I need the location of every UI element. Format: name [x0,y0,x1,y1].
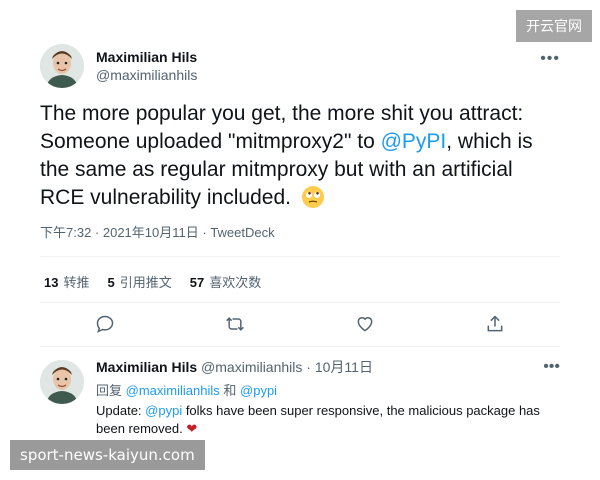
likes-stat[interactable]: 57 喜欢次数 [190,272,261,291]
reply-author-name[interactable]: Maximilian Hils [96,359,197,375]
reply-tweet[interactable]: ••• Maximilian Hils @maximilianhils · 10… [40,358,560,438]
tweet-meta: 下午7:32 · 2021年10月11日 · TweetDeck [40,222,275,241]
tweet-stats: 13 转推 5 引用推文 57 喜欢次数 [44,272,261,291]
likes-label: 喜欢次数 [209,275,262,290]
reply-author-avatar[interactable] [40,360,84,404]
author-name[interactable]: Maximilian Hils [96,48,197,66]
divider [40,302,560,303]
more-options-icon[interactable]: ••• [540,50,560,68]
tweet-text: The more popular you get, the more shit … [40,100,560,212]
reply-icon[interactable] [93,312,117,336]
retweet-icon[interactable] [223,312,247,336]
tweet-actions [40,312,560,336]
quotes-label: 引用推文 [119,275,172,290]
pypi-mention-link[interactable]: @PyPI [381,130,447,153]
watermark-top: 开云官网 [516,10,592,42]
author-handle[interactable]: @maximilianhils [96,66,197,84]
reply-and: 和 [223,383,237,398]
tweet-author[interactable]: Maximilian Hils @maximilianhils [40,44,197,88]
reply-text: Update: @pypi folks have been super resp… [96,402,560,438]
tweet-source[interactable]: TweetDeck [210,225,274,240]
retweets-label: 转推 [63,275,90,290]
reply-mention-maximilianhils[interactable]: @maximilianhils [126,383,220,398]
author-avatar[interactable] [40,44,84,88]
tweet-card: Maximilian Hils @maximilianhils ••• The … [22,0,570,480]
watermark-bottom: sport-news-kaiyun.com [10,440,205,470]
quotes-count: 5 [107,275,115,290]
reply-mention-pypi[interactable]: @pypi [240,383,277,398]
rolling-eyes-emoji-icon [301,185,325,209]
quotes-stat[interactable]: 5 引用推文 [107,272,171,291]
share-icon[interactable] [483,312,507,336]
likes-count: 57 [189,275,205,290]
reply-text-pypi-link[interactable]: @pypi [145,403,182,418]
tweet-timestamp[interactable]: 下午7:32 · 2021年10月11日 [40,225,199,240]
divider [40,346,560,347]
like-heart-icon[interactable] [353,312,377,336]
divider [40,256,560,257]
reply-more-options-icon[interactable]: ••• [543,358,560,376]
reply-date[interactable]: · 10月11日 [306,359,373,375]
reply-prefix: 回复 [96,383,123,398]
retweets-stat[interactable]: 13 转推 [44,272,89,291]
replying-to: 回复 @maximilianhils 和 @pypi [96,380,560,399]
reply-text-part1: Update: [96,403,146,418]
reply-author-handle[interactable]: @maximilianhils [201,359,302,375]
retweets-count: 13 [44,275,59,290]
red-heart-icon: ❤ [186,421,198,436]
